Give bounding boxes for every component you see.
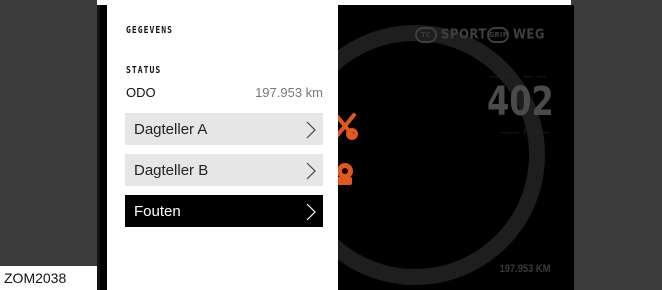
dash-faint-label-bottom: —— / —— (500, 127, 551, 137)
instrument-display: TC SPORT GRIP WEG ——— — — 402 —— / —— 197.… (97, 5, 574, 290)
range-value: 402 (487, 79, 554, 125)
traction-control-icon: TC (415, 27, 437, 43)
odometer-readout: 197.953 KM (499, 263, 551, 275)
mode-sport: TC SPORT (415, 27, 487, 43)
mode-road-label: WEG (513, 27, 545, 43)
right-frame (571, 0, 662, 290)
odo-value: 197.953 km (255, 85, 323, 100)
menu-item-dagteller-a[interactable]: Dagteller A (125, 113, 323, 145)
menu-item-fouten[interactable]: Fouten (125, 195, 323, 227)
odo-label: ODO (126, 85, 156, 100)
chevron-right-icon (306, 162, 316, 180)
chevron-right-icon (306, 203, 316, 221)
mode-road: GRIP WEG (487, 27, 545, 43)
grip-icon: GRIP (487, 27, 509, 43)
mode-sport-label: SPORT (441, 27, 487, 43)
menu-item-label: Dagteller A (134, 121, 208, 138)
chevron-right-icon (306, 121, 316, 139)
menu-header: GEGEVENS (126, 25, 174, 36)
left-frame (0, 0, 97, 290)
status-header: STATUS (126, 65, 162, 76)
figure-caption-text: ZOM2038 (4, 270, 67, 286)
menu-item-label: Dagteller B (134, 162, 209, 179)
menu-item-dagteller-b[interactable]: Dagteller B (125, 154, 323, 186)
figure-caption: ZOM2038 (0, 266, 97, 290)
menu-item-label: Fouten (134, 203, 181, 220)
menu-panel: GEGEVENS STATUS ODO 197.953 km Dagteller… (107, 5, 338, 290)
